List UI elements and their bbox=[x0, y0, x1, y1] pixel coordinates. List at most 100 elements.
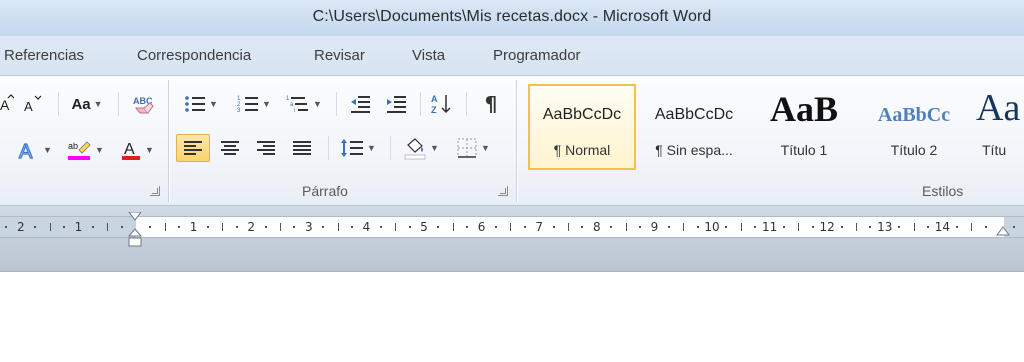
style-no-spacing[interactable]: AaBbCcDc ¶ Sin espa... bbox=[640, 84, 748, 170]
separator bbox=[420, 92, 421, 116]
tab-correspondencia[interactable]: Correspondencia bbox=[137, 47, 251, 64]
ruler-tick bbox=[798, 223, 800, 231]
align-right-button[interactable] bbox=[250, 134, 282, 162]
ruler-label: 1 bbox=[74, 220, 83, 234]
chevron-down-icon: ▼ bbox=[95, 145, 104, 155]
separator bbox=[118, 92, 119, 116]
ruler-tick bbox=[740, 223, 742, 231]
change-case-button[interactable]: Aa ▼ bbox=[66, 90, 108, 118]
chevron-down-icon: ▼ bbox=[93, 99, 103, 109]
style-heading-1[interactable]: AaB Título 1 bbox=[750, 84, 858, 170]
svg-text:A: A bbox=[24, 99, 33, 114]
ruler-label: 1 bbox=[189, 220, 198, 234]
text-effects-button[interactable]: A ▼ bbox=[14, 136, 54, 164]
grow-font-icon: A bbox=[0, 94, 14, 114]
style-normal[interactable]: AaBbCcDc ¶ Normal bbox=[528, 84, 636, 170]
ruler-tick bbox=[264, 226, 267, 228]
borders-button[interactable]: ▼ bbox=[450, 134, 496, 162]
increase-indent-icon bbox=[385, 94, 407, 114]
chevron-down-icon: ▼ bbox=[430, 143, 439, 153]
ruler-label: 14 bbox=[934, 220, 951, 234]
show-marks-button[interactable]: ¶ bbox=[476, 90, 506, 118]
ruler-tick bbox=[63, 226, 65, 228]
ruler-label: 7 bbox=[535, 220, 544, 234]
ruler-label: 2 bbox=[16, 220, 25, 234]
ruler-tick bbox=[639, 226, 641, 228]
tab-vista[interactable]: Vista bbox=[412, 47, 445, 64]
tab-referencias[interactable]: Referencias bbox=[4, 47, 84, 64]
group-separator bbox=[168, 80, 169, 202]
svg-text:i: i bbox=[294, 108, 295, 114]
style-preview: AaBbCc bbox=[877, 104, 951, 126]
ruler-tick bbox=[120, 226, 123, 228]
ruler-tick bbox=[610, 226, 613, 228]
decrease-indent-button[interactable] bbox=[344, 90, 376, 118]
align-left-button[interactable] bbox=[176, 134, 210, 162]
paragraph-dialog-launcher[interactable] bbox=[498, 186, 508, 196]
grow-font-button[interactable]: A bbox=[0, 90, 14, 118]
increase-indent-button[interactable] bbox=[380, 90, 412, 118]
horizontal-ruler[interactable]: 2 1 1 2 3 4 5 6 7 8 9 10 11 12 13 14 bbox=[0, 216, 1024, 238]
ruler-tick bbox=[984, 226, 987, 228]
multilevel-list-button[interactable]: 1ai ▼ bbox=[284, 90, 324, 118]
tab-programador[interactable]: Programador bbox=[493, 47, 581, 64]
styles-group-label: Estilos bbox=[922, 183, 964, 199]
numbering-button[interactable]: 123 ▼ bbox=[230, 90, 278, 118]
ribbon-tabs: Referencias Correspondencia Revisar Vist… bbox=[0, 36, 1024, 76]
sort-button[interactable]: AZ bbox=[426, 90, 458, 118]
svg-text:3: 3 bbox=[237, 108, 241, 114]
highlight-button[interactable]: ab ▼ bbox=[62, 136, 108, 164]
ruler-tick bbox=[49, 223, 51, 231]
align-right-icon bbox=[256, 139, 276, 157]
hanging-indent-marker[interactable] bbox=[128, 228, 142, 248]
svg-text:A: A bbox=[19, 141, 33, 162]
style-name: Títu bbox=[982, 142, 1007, 158]
justify-button[interactable] bbox=[286, 134, 318, 162]
change-case-icon: Aa bbox=[71, 95, 91, 113]
ruler-label: 9 bbox=[650, 220, 659, 234]
tab-revisar[interactable]: Revisar bbox=[314, 47, 365, 64]
ruler-tick bbox=[322, 226, 325, 228]
ruler-tick bbox=[1013, 226, 1016, 228]
right-indent-marker[interactable] bbox=[996, 226, 1010, 236]
ruler-label: 8 bbox=[592, 220, 601, 234]
style-preview: AaBbCcDc bbox=[542, 106, 622, 123]
separator bbox=[336, 92, 337, 116]
align-center-icon bbox=[220, 139, 240, 157]
document-page[interactable] bbox=[0, 272, 1024, 362]
ruler-tick bbox=[293, 226, 296, 228]
ruler-tick bbox=[452, 223, 454, 231]
svg-text:Z: Z bbox=[431, 105, 437, 115]
bullets-button[interactable]: ▼ bbox=[178, 90, 224, 118]
ruler-tick bbox=[495, 226, 497, 228]
chevron-down-icon: ▼ bbox=[262, 99, 271, 109]
clear-format-button[interactable]: ABC bbox=[128, 90, 158, 118]
shrink-font-button[interactable]: A bbox=[20, 90, 46, 118]
ruler-tick bbox=[581, 226, 584, 228]
ruler-tick bbox=[34, 226, 37, 228]
ruler-tick bbox=[280, 223, 281, 231]
word-window: C:\Users\Documents\Mis recetas.docx - Mi… bbox=[0, 0, 1024, 362]
ruler-label: 6 bbox=[477, 220, 486, 234]
first-line-indent-marker[interactable] bbox=[128, 212, 142, 222]
font-color-button[interactable]: A ▼ bbox=[114, 136, 160, 164]
style-title[interactable]: Aa Títu bbox=[968, 84, 1024, 170]
multilevel-list-icon: 1ai bbox=[286, 94, 310, 114]
align-center-button[interactable] bbox=[214, 134, 246, 162]
style-heading-2[interactable]: AaBbCc Título 2 bbox=[860, 84, 968, 170]
shading-icon bbox=[403, 136, 427, 160]
separator bbox=[58, 92, 59, 116]
ruler-tick bbox=[552, 226, 555, 228]
shading-button[interactable]: ▼ bbox=[398, 134, 444, 162]
ruler-tick bbox=[568, 223, 569, 231]
ruler-tick bbox=[927, 226, 929, 228]
style-name: Título 1 bbox=[780, 142, 828, 158]
ruler-tick bbox=[379, 226, 382, 228]
ruler-tick bbox=[408, 226, 411, 228]
font-dialog-launcher[interactable] bbox=[150, 186, 160, 196]
bullets-icon bbox=[184, 94, 206, 114]
line-spacing-button[interactable]: ▼ bbox=[336, 134, 380, 162]
ruler-tick bbox=[395, 223, 397, 231]
style-preview: AaB bbox=[769, 89, 838, 129]
ruler-tick bbox=[898, 226, 901, 228]
